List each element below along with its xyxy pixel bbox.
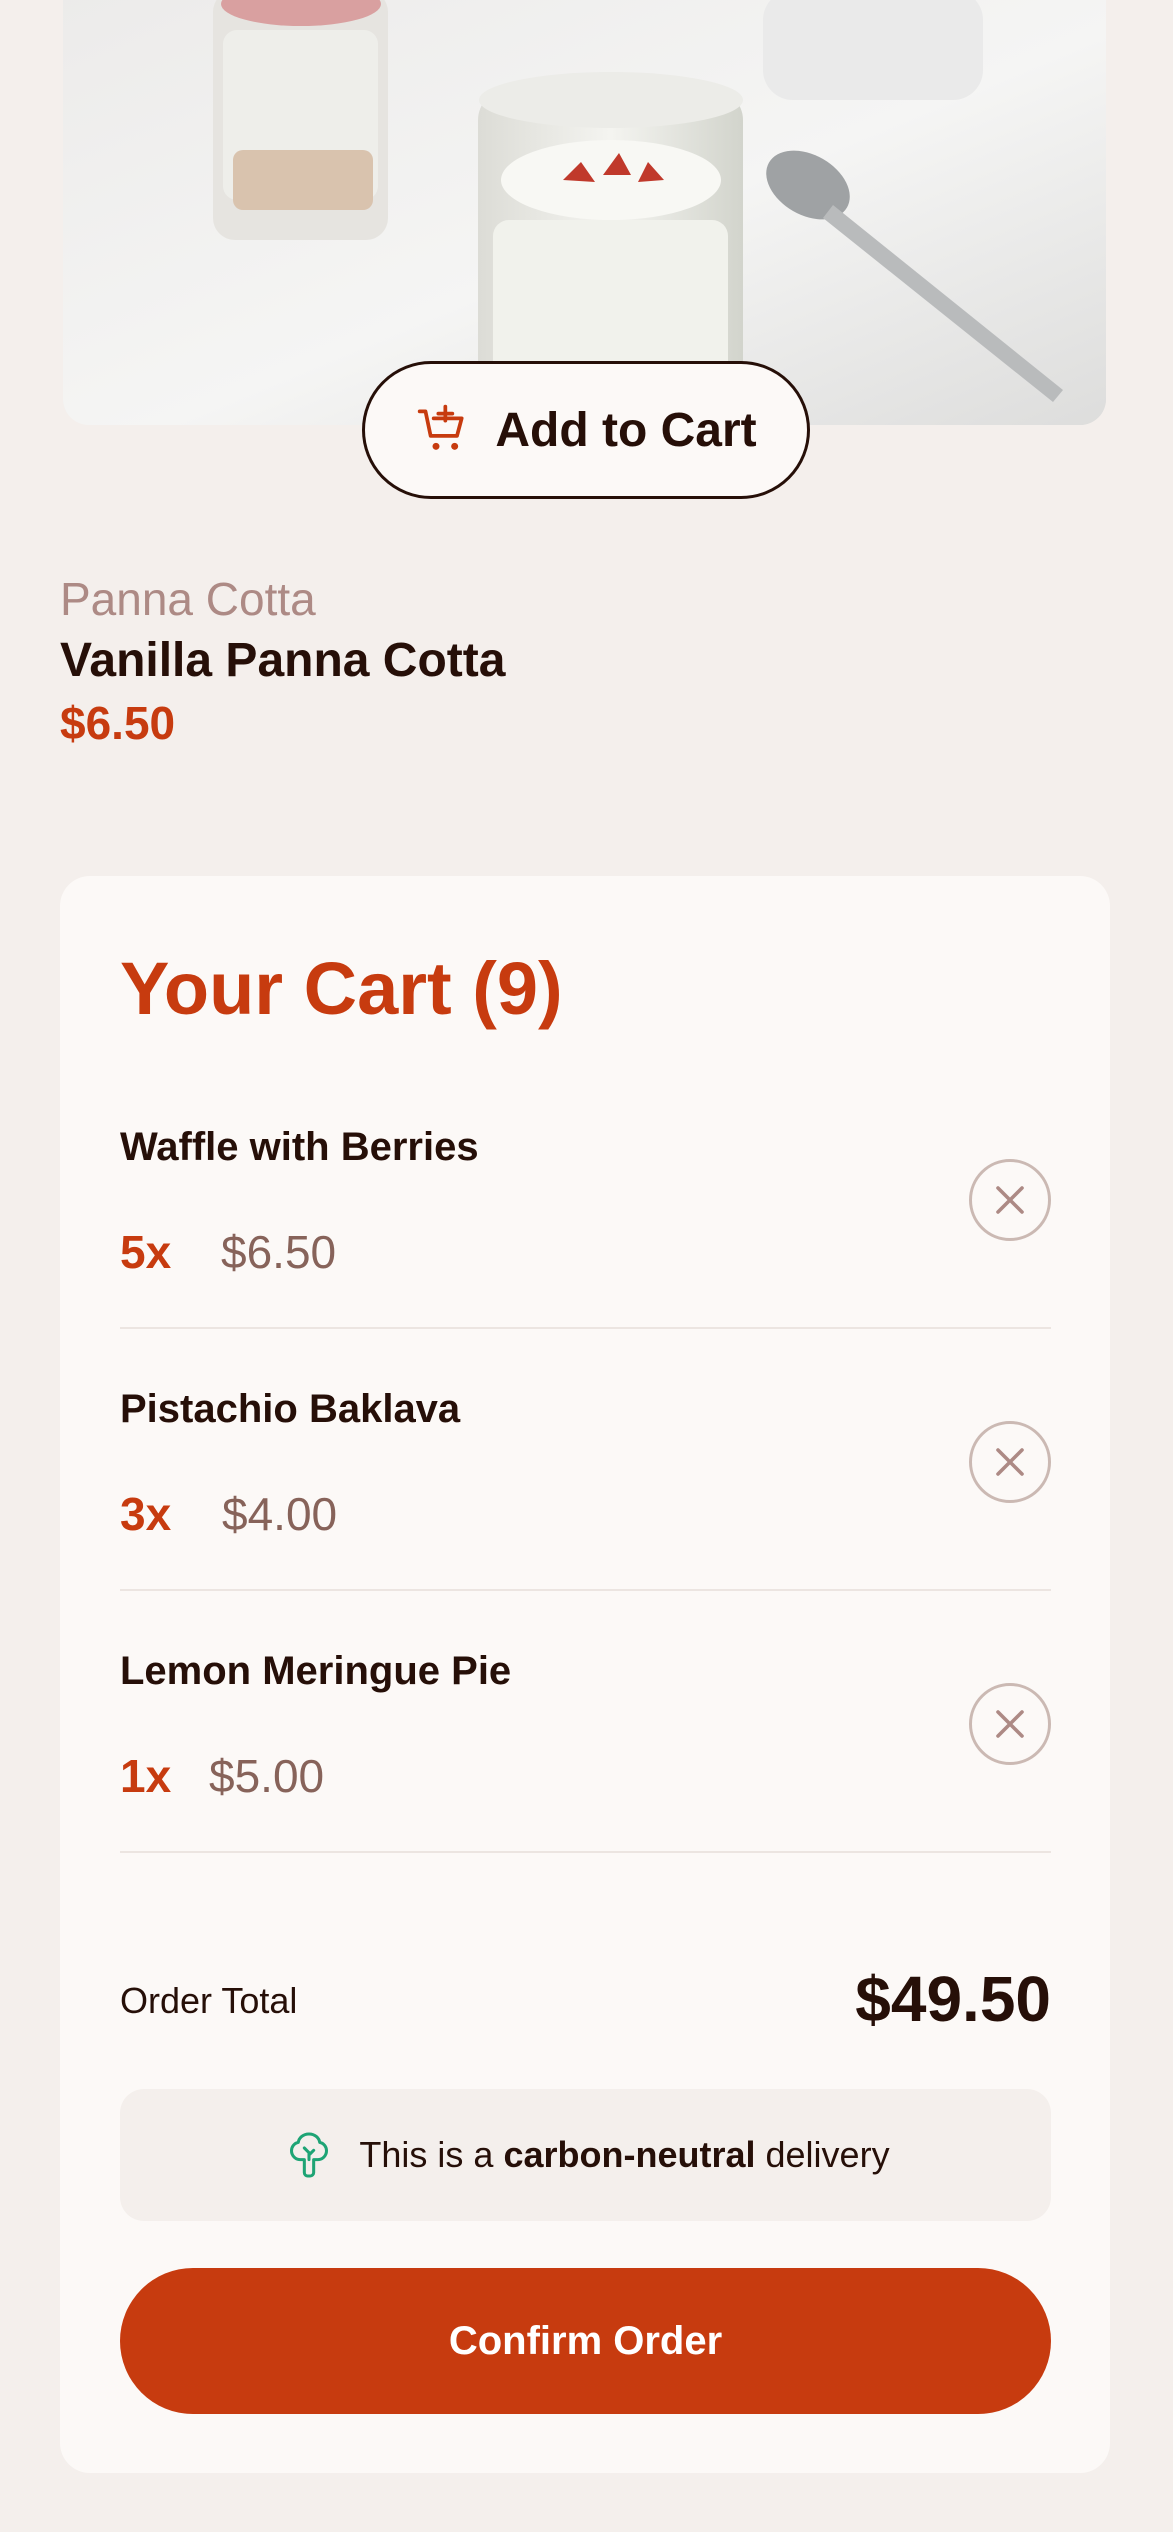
order-total-value: $49.50 [855,1963,1051,2035]
product-name: Vanilla Panna Cotta [60,634,506,687]
close-icon [996,1448,1024,1476]
cart-item: Lemon Meringue Pie 1x $5.00 [120,1591,1051,1853]
confirm-order-button[interactable]: Confirm Order [120,2268,1051,2414]
remove-item-button[interactable] [969,1421,1051,1503]
cart-item-unit-price: $4.00 [222,1488,338,1540]
tree-icon [290,2132,329,2178]
close-icon [996,1186,1024,1214]
confirm-order-label: Confirm Order [448,2318,723,2363]
cart-item: Pistachio Baklava 3x $4.00 [120,1329,1051,1591]
cart-plus-icon [418,404,464,450]
close-icon [996,1710,1024,1738]
cart-item-name: Lemon Meringue Pie [120,1649,512,1693]
cart-title: Your Cart (9) [120,947,563,1030]
cart-item-quantity: 1x [120,1750,172,1802]
carbon-neutral-text: This is a carbon-neutral delivery [359,2134,890,2175]
product-price: $6.50 [60,697,176,749]
order-total-label: Order Total [120,1980,298,2021]
remove-item-button[interactable] [969,1159,1051,1241]
carbon-neutral-emphasis: carbon-neutral [503,2134,756,2175]
cart-item: Waffle with Berries 5x $6.50 [120,1067,1051,1329]
remove-item-button[interactable] [969,1683,1051,1765]
add-to-cart-button[interactable]: Add to Cart [362,361,810,499]
product-category: Panna Cotta [60,573,316,625]
cart-item-name: Pistachio Baklava [120,1387,461,1431]
add-to-cart-label: Add to Cart [495,403,757,457]
cart-item-name: Waffle with Berries [120,1125,479,1169]
cart-item-unit-price: $5.00 [209,1750,325,1802]
carbon-neutral-notice: This is a carbon-neutral delivery [120,2089,1051,2221]
cart-item-quantity: 3x [120,1488,172,1540]
cart-panel: Your Cart (9) Waffle with Berries 5x $6.… [60,876,1110,2473]
cart-item-quantity: 5x [120,1226,172,1278]
cart-item-unit-price: $6.50 [221,1226,337,1278]
